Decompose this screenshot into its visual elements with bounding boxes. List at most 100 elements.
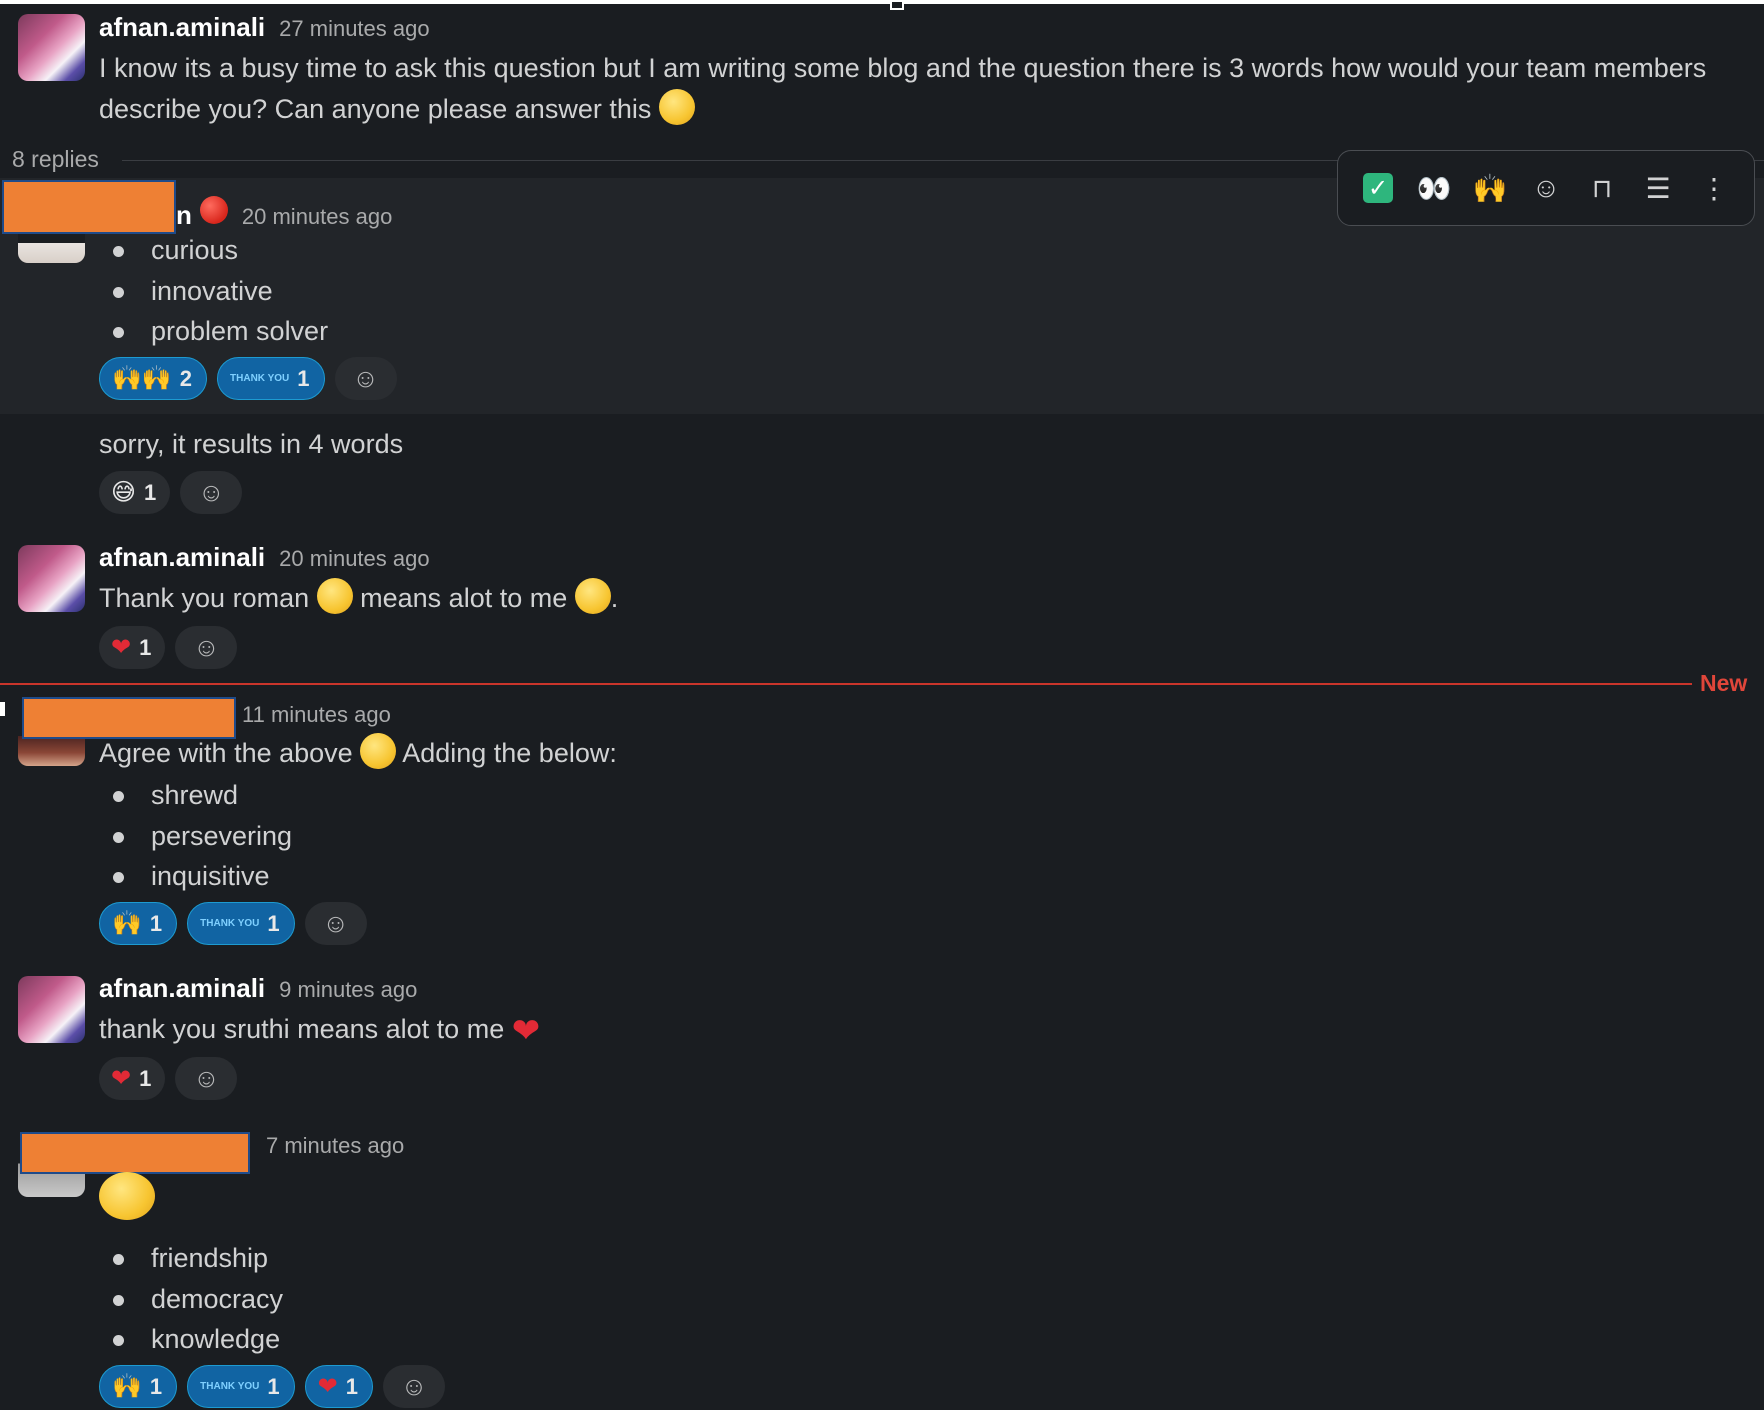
top-border [0,0,1764,10]
redacted-author [20,1132,250,1174]
author-name[interactable]: n [176,200,192,231]
add-reaction-button[interactable]: ☺ [304,902,367,945]
reaction-count: 1 [139,1065,152,1091]
more-actions-button[interactable]: ⋮ [1693,167,1735,209]
message-body: means alot to me [360,583,568,613]
heart-icon: ❤ [317,1372,338,1400]
avatar[interactable] [18,976,85,1043]
avatar[interactable] [18,14,85,81]
apple-icon [199,196,228,224]
redacted-author [2,180,176,234]
author-name[interactable]: afnan.aminali [99,12,265,43]
new-messages-label: New [1700,670,1748,696]
author-name[interactable]: afnan.aminali [99,542,265,573]
list-item: curious [99,230,328,271]
list-item: friendship [99,1238,283,1279]
reaction-raised-hands[interactable]: 🙌🙌 2 [99,357,208,400]
reaction-sweat-smile[interactable]: 😅 1 [99,471,171,514]
reaction-count: 2 [179,365,193,391]
message-body: Adding the below: [402,738,617,768]
reaction-heart[interactable]: ❤ 1 [99,626,166,669]
heart-icon: ❤ [511,1012,541,1050]
add-reaction-icon: ☺ [193,632,220,662]
bullet-list: friendship democracy knowledge [99,1238,283,1360]
forward-button[interactable]: ☰ [1637,167,1679,209]
avatar[interactable] [18,545,85,612]
reactions-bar: ❤ 1 ☺ [99,626,238,669]
add-reaction-button[interactable]: ☺ [383,1365,446,1408]
timestamp[interactable]: 9 minutes ago [279,977,417,1003]
message-header: afnan.aminali 9 minutes ago [99,973,417,1004]
add-reaction-button[interactable]: ☺ [334,357,397,400]
reaction-heart[interactable]: ❤ 1 [304,1365,374,1408]
reaction-heart[interactable]: ❤ 1 [99,1057,166,1100]
sweat-smile-icon: 😅 [111,478,137,506]
add-reaction-button[interactable]: ☺ [1525,167,1567,209]
message-text: thank you sruthi means alot to me ❤ [99,1009,540,1052]
add-reaction-icon: ☺ [193,1063,220,1093]
thank-you-icon: THANK YOU [200,1380,260,1392]
add-reaction-button[interactable]: ☺ [180,471,243,514]
raised-hands-icon: 🙌🙌 [112,364,172,392]
replies-count: 8 replies [12,146,99,172]
message-body: I know its a busy time to ask this quest… [99,53,1707,124]
reaction-count: 1 [144,479,157,505]
reaction-count: 1 [267,910,280,936]
timestamp[interactable]: 7 minutes ago [266,1133,404,1159]
bookmark-icon: ⊓ [1591,172,1613,203]
reactions-bar: 🙌 1 THANK YOU 1 ☺ [99,902,367,945]
message-body: . [610,583,619,613]
add-reaction-icon: ☺ [1531,172,1561,203]
message-header: afnan.aminali 20 minutes ago [99,542,430,573]
timestamp[interactable]: 11 minutes ago [242,702,391,728]
bookmark-button[interactable]: ⊓ [1581,167,1623,209]
list-item: shrewd [99,775,292,816]
reaction-count: 1 [149,910,163,936]
timestamp[interactable]: 27 minutes ago [279,16,429,42]
message-header: 11 minutes ago [228,702,391,728]
list-item: innovative [99,271,328,312]
check-mark-icon: ✓ [1363,173,1393,203]
reaction-thank-you[interactable]: THANK YOU 1 [187,1365,295,1408]
eyes-icon: 👀 [1416,172,1452,204]
reaction-thank-you[interactable]: THANK YOU 1 [187,902,295,945]
raised-hands-button[interactable]: 🙌 [1469,167,1511,209]
reaction-count: 1 [345,1373,359,1399]
check-mark-button[interactable]: ✓ [1357,167,1399,209]
reactions-bar: 🙌 1 THANK YOU 1 ❤ 1 ☺ [99,1365,446,1408]
reactions-bar: ❤ 1 ☺ [99,1057,238,1100]
kissing-face-icon [574,578,611,614]
bullet-list: curious innovative problem solver [99,230,328,352]
bullet-list: shrewd persevering inquisitive [99,775,292,897]
add-reaction-button[interactable]: ☺ [175,626,238,669]
resize-handle[interactable] [890,0,904,10]
eyes-button[interactable]: 👀 [1413,167,1455,209]
reactions-bar: 🙌🙌 2 THANK YOU 1 ☺ [99,357,397,400]
list-item: inquisitive [99,856,292,897]
raised-hands-icon: 🙌 [1472,172,1508,204]
message-text: Thank you roman means alot to me . [99,578,618,619]
reaction-thank-you[interactable]: THANK YOU 1 [217,357,325,400]
forward-icon: ☰ [1645,172,1671,204]
author-name[interactable]: afnan.aminali [99,973,265,1004]
blush-icon [316,578,353,614]
add-reaction-icon: ☺ [400,1371,428,1401]
raised-hands-icon: 🙌 [112,1372,142,1400]
reactions-bar: 😅 1 ☺ [99,471,243,514]
timestamp[interactable]: 20 minutes ago [242,204,392,230]
message-body: thank you sruthi means alot to me [99,1014,505,1044]
heart-icon: ❤ [111,633,132,661]
heart-icon: ❤ [111,1064,132,1092]
list-item: democracy [99,1279,283,1320]
new-messages-divider [0,683,1692,685]
reaction-count: 1 [149,1373,163,1399]
reaction-raised-hands[interactable]: 🙌 1 [99,1365,178,1408]
add-reaction-button[interactable]: ☺ [175,1057,238,1100]
reaction-raised-hands[interactable]: 🙌 1 [99,902,178,945]
timestamp[interactable]: 20 minutes ago [279,546,429,572]
message-header: 7 minutes ago [252,1133,404,1159]
message-text: sorry, it results in 4 words [99,429,404,459]
thinking-face-icon [99,1172,155,1220]
thank-you-icon: THANK YOU [230,372,290,384]
add-reaction-icon: ☺ [352,363,379,393]
